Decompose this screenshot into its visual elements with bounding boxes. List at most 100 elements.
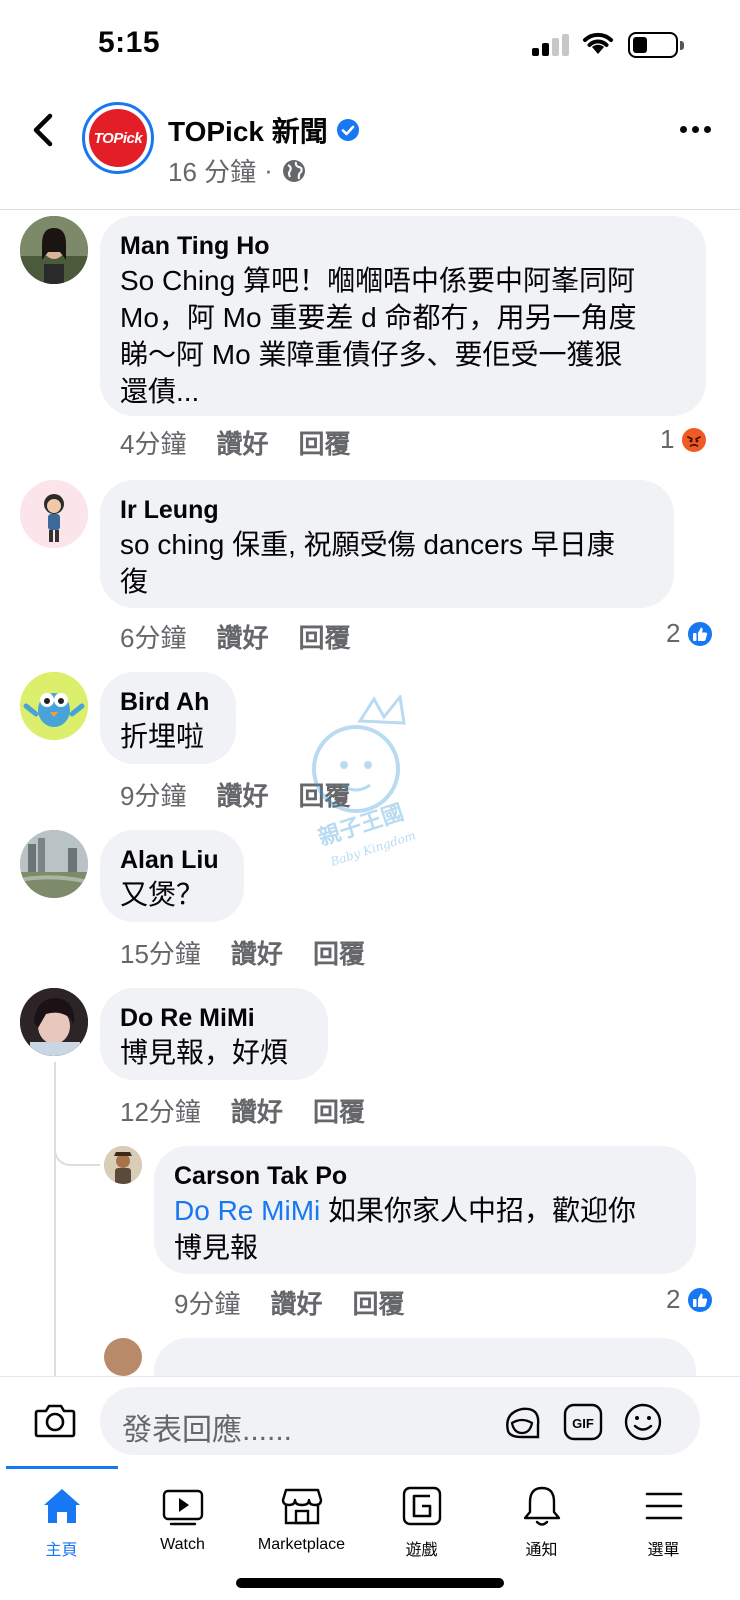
reply-bubble[interactable]: [154, 1338, 696, 1376]
home-indicator: [236, 1578, 504, 1588]
topick-logo: TOPick: [89, 109, 147, 167]
bell-icon: [523, 1486, 560, 1526]
battery-icon: [628, 32, 684, 58]
commenter-avatar[interactable]: [20, 480, 88, 548]
signal-icon: [532, 34, 572, 56]
comment-text: 還債...: [120, 376, 200, 407]
comment-bubble[interactable]: Bird Ah 折埋啦: [100, 672, 236, 764]
tab-marketplace[interactable]: Marketplace: [240, 1484, 363, 1554]
reaction-count: 2: [666, 1284, 681, 1314]
reply-button[interactable]: 回覆: [313, 934, 365, 971]
like-button[interactable]: 讚好: [270, 1284, 322, 1321]
comment-bubble[interactable]: Ir Leung so ching 保重, 祝願受傷 dancers 早日康 復: [100, 480, 674, 608]
marketplace-icon: [281, 1488, 322, 1525]
commenter-avatar[interactable]: [20, 216, 88, 284]
comment-actions: 6分鐘 讚好 回覆: [120, 618, 381, 655]
gaming-icon: [402, 1486, 441, 1526]
like-button[interactable]: 讚好: [231, 1092, 283, 1129]
verified-badge-icon: [336, 119, 359, 141]
replier-avatar[interactable]: [104, 1338, 142, 1376]
post-meta: 16 分鐘 ·: [168, 152, 307, 189]
comment-actions: 4分鐘 讚好 回覆: [120, 424, 381, 461]
commenter-avatar[interactable]: [20, 988, 88, 1056]
comment-text: So Ching 算吧！嗰嗰唔中係要中阿峯同阿: [120, 265, 635, 296]
home-icon: [43, 1489, 80, 1523]
page-name[interactable]: TOPick 新聞: [168, 110, 360, 150]
tab-notifications[interactable]: 通知: [480, 1484, 603, 1560]
like-button[interactable]: 讚好: [216, 618, 268, 655]
comment-time: 4分鐘: [120, 429, 187, 459]
comment-time: 6分鐘: [120, 623, 187, 653]
comment-actions: 12分鐘 讚好 回覆: [120, 1092, 395, 1129]
watch-icon: [162, 1489, 203, 1526]
camera-icon[interactable]: [34, 1401, 76, 1439]
like-button[interactable]: 讚好: [216, 424, 268, 461]
thread-connector: [54, 1130, 100, 1166]
tab-menu[interactable]: 選單: [602, 1484, 725, 1560]
like-reaction-icon: [686, 1285, 715, 1314]
comment-author[interactable]: Alan Liu: [120, 844, 224, 876]
comment-text: 博見報，好煩: [120, 1037, 289, 1068]
comment-author[interactable]: Bird Ah: [120, 686, 216, 718]
angry-reaction-icon: [680, 425, 709, 454]
comment-input-placeholder: 發表回應......: [122, 1414, 293, 1447]
reaction-count: 2: [666, 618, 681, 648]
tab-label: 主頁: [45, 1542, 78, 1559]
reply-button[interactable]: 回覆: [352, 1284, 404, 1321]
commenter-avatar[interactable]: [20, 672, 88, 740]
tab-label: Marketplace: [257, 1536, 346, 1553]
like-button[interactable]: 讚好: [216, 776, 268, 813]
reaction-summary[interactable]: 2: [666, 618, 715, 649]
comment-bubble[interactable]: Alan Liu 又煲？: [100, 830, 244, 922]
emoji-icon[interactable]: [622, 1401, 664, 1443]
reply-time: 9分鐘: [174, 1289, 241, 1319]
reply-button[interactable]: 回覆: [298, 424, 350, 461]
reply-bubble[interactable]: Carson Tak Po Do Re MiMi 如果你家人中招，歡迎你 博見報: [154, 1146, 696, 1274]
tab-label: Watch: [160, 1536, 205, 1553]
tab-label: 選單: [647, 1542, 680, 1559]
comment-author[interactable]: Man Ting Ho: [120, 230, 686, 262]
mention-link[interactable]: Do Re MiMi: [174, 1195, 320, 1226]
tab-gaming[interactable]: 遊戲: [360, 1484, 483, 1560]
avatar-sticker-icon[interactable]: [502, 1401, 544, 1443]
reply-text: 博見報: [174, 1232, 259, 1263]
page-avatar[interactable]: TOPick: [82, 102, 154, 174]
comment-text: so ching 保重, 祝願受傷 dancers 早日康: [120, 529, 615, 560]
reaction-summary[interactable]: 2: [666, 1284, 715, 1315]
baby-kingdom-watermark: 親子王國 Baby Kingdom: [312, 695, 417, 869]
comment-composer: 發表回應...... GIF: [0, 1376, 740, 1466]
reaction-summary[interactable]: 1: [660, 424, 709, 455]
comment-text: Mo，阿 Mo 重要差 d 命都冇，用另一角度: [120, 302, 637, 333]
comment-author[interactable]: Do Re MiMi: [120, 1002, 308, 1034]
tab-watch[interactable]: Watch: [121, 1484, 244, 1554]
comment-time: 9分鐘: [120, 781, 187, 811]
more-options-icon[interactable]: [680, 126, 712, 136]
tab-home[interactable]: 主頁: [0, 1484, 123, 1560]
comment-text: 復: [120, 566, 149, 597]
reply-button[interactable]: 回覆: [298, 618, 350, 655]
comment-bubble[interactable]: Do Re MiMi 博見報，好煩: [100, 988, 328, 1080]
tab-label: 通知: [525, 1542, 558, 1559]
reply-button[interactable]: 回覆: [313, 1092, 365, 1129]
page-name-text: TOPick 新聞: [168, 116, 328, 147]
commenter-avatar[interactable]: [20, 830, 88, 898]
comment-text: 折埋啦: [120, 721, 205, 752]
like-reaction-icon: [686, 619, 715, 648]
comment-actions: 15分鐘 讚好 回覆: [120, 934, 395, 971]
status-time: 5:15: [98, 26, 161, 59]
gif-icon[interactable]: GIF: [562, 1401, 604, 1443]
replier-avatar[interactable]: [104, 1146, 142, 1184]
thread-line: [54, 1062, 56, 1376]
reply-text: 如果你家人中招，歡迎你: [320, 1195, 637, 1226]
like-button[interactable]: 讚好: [231, 934, 283, 971]
post-header: TOPick TOPick 新聞 16 分鐘 ·: [0, 88, 740, 210]
comments-list: Man Ting Ho So Ching 算吧！嗰嗰唔中係要中阿峯同阿 Mo，阿…: [0, 210, 740, 1376]
comment-bubble[interactable]: Man Ting Ho So Ching 算吧！嗰嗰唔中係要中阿峯同阿 Mo，阿…: [100, 216, 706, 416]
tab-label: 遊戲: [405, 1542, 438, 1559]
back-arrow-icon[interactable]: [24, 108, 64, 152]
comment-time: 15分鐘: [120, 939, 201, 969]
reaction-count: 1: [660, 424, 675, 454]
globe-icon: [282, 159, 305, 182]
comment-author[interactable]: Ir Leung: [120, 494, 654, 526]
reply-author[interactable]: Carson Tak Po: [174, 1160, 676, 1192]
